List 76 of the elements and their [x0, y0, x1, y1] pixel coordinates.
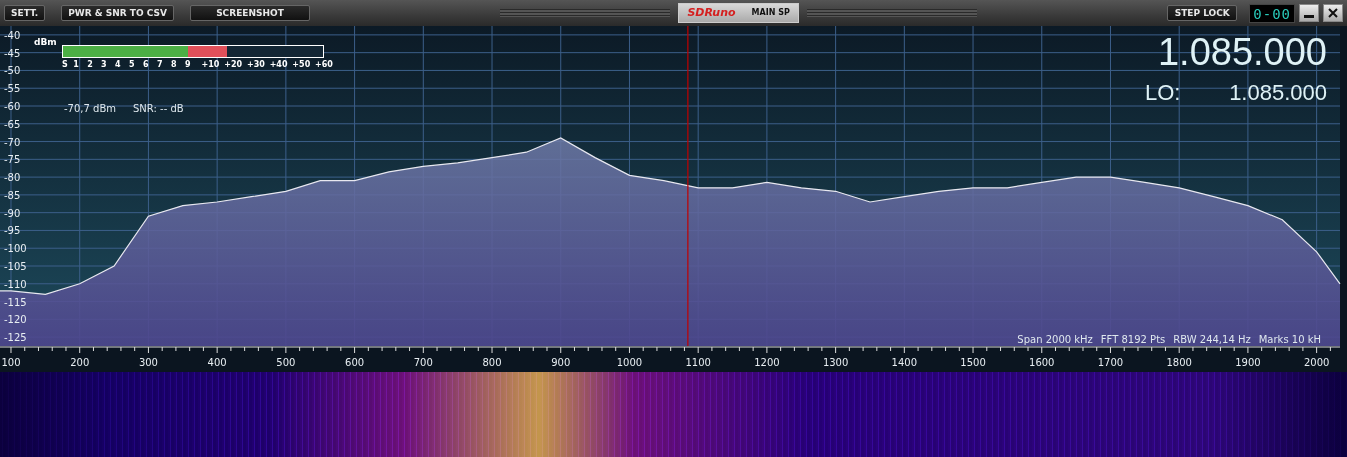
lo-frequency: 1.085.000	[1229, 79, 1327, 107]
x-axis-label: 400	[207, 357, 227, 368]
y-axis-label: -70	[4, 136, 21, 148]
x-axis-label: 300	[138, 357, 158, 368]
toolbar-button[interactable]: SCREENSHOT	[189, 5, 310, 21]
x-axis-label: 1600	[1029, 357, 1055, 368]
y-axis-label: -80	[4, 172, 21, 184]
step-display: 0-00	[1249, 3, 1295, 23]
minimize-icon	[1304, 15, 1314, 18]
y-axis-label: -75	[4, 154, 21, 166]
x-axis-label: 2000	[1303, 357, 1330, 368]
scale-label: +40	[269, 59, 288, 71]
x-axis-label: 700	[413, 357, 433, 368]
y-axis-label: -45	[4, 47, 21, 59]
signal-reading: -70,7 dBm	[64, 102, 116, 116]
y-axis-label: -60	[4, 101, 21, 112]
y-axis-label: -125	[4, 332, 27, 344]
scale-label: 4	[115, 59, 121, 71]
unit-label: dBm	[34, 36, 57, 49]
x-axis-label: 800	[482, 357, 502, 368]
spectrum-info: FFT 8192 Pts	[1100, 333, 1166, 347]
panel-title: MAIN SP	[751, 7, 790, 19]
x-axis-label: 200	[70, 357, 90, 368]
y-axis-label: -120	[4, 314, 27, 326]
scale-label: +20	[224, 59, 243, 71]
spectrum-info: Span 2000 kHz	[1017, 333, 1093, 347]
x-axis-label: 1700	[1097, 357, 1124, 368]
scale-label: 3	[101, 59, 107, 71]
x-axis-label: 900	[551, 357, 571, 368]
x-axis-label: 1900	[1235, 357, 1261, 368]
y-axis-label: -40	[4, 29, 21, 41]
y-axis-label: -105	[4, 261, 27, 272]
panel-tab[interactable]: SDRuno MAIN SP	[678, 3, 799, 23]
x-axis-label: 1100	[685, 357, 711, 368]
scale-label: 6	[143, 59, 149, 71]
y-axis-label: -55	[4, 83, 21, 95]
frequency-readout: 1.085.000	[1157, 30, 1327, 74]
lo-label: LO:	[1145, 79, 1181, 107]
x-axis-label: 1200	[754, 357, 780, 368]
snr-reading: SNR: -- dB	[133, 102, 184, 116]
scale-label: S	[62, 59, 68, 71]
x-axis-label: 1300	[822, 357, 849, 368]
scale-label: +60	[315, 59, 333, 71]
y-axis-label: -110	[4, 278, 27, 290]
scale-label: +30	[246, 59, 265, 71]
minimize-button[interactable]	[1299, 4, 1319, 22]
spectrum-info: RBW 244,14 Hz	[1173, 333, 1251, 347]
spectrum-info: Marks 10 kH	[1258, 333, 1321, 347]
scale-label: 8	[171, 59, 177, 71]
x-axis-label: 500	[276, 357, 296, 368]
scale-label: 1	[73, 59, 79, 71]
y-axis-label: -100	[4, 243, 27, 255]
y-axis-label: -85	[4, 189, 21, 201]
y-axis-label: -90	[4, 207, 21, 219]
x-axis-label: 100	[1, 357, 21, 368]
scale-label: 7	[157, 59, 163, 71]
step-lock-button[interactable]: STEP LOCK	[1167, 5, 1238, 21]
scale-label: +10	[201, 59, 220, 71]
x-axis-label: 1800	[1166, 357, 1192, 368]
x-axis-label: 600	[345, 357, 365, 368]
scale-label: 9	[184, 59, 191, 71]
close-button[interactable]	[1323, 4, 1343, 22]
scale-label: 5	[129, 59, 135, 71]
y-axis-label: -65	[4, 118, 21, 130]
y-axis-label: -115	[4, 296, 27, 308]
settings-button[interactable]: SETT.	[4, 5, 46, 21]
logo-text: SDRuno	[687, 4, 736, 21]
scale-label: +50	[292, 59, 311, 71]
y-axis-label: -50	[4, 65, 21, 77]
scale-label: 2	[87, 59, 93, 71]
x-axis-label: 1500	[960, 357, 986, 368]
toolbar-button[interactable]: PWR & SNR TO CSV	[61, 5, 174, 21]
close-icon	[1327, 7, 1339, 19]
x-axis-label: 1000	[616, 357, 643, 368]
x-axis-label: 1400	[891, 357, 918, 368]
y-axis-label: -95	[4, 225, 21, 237]
